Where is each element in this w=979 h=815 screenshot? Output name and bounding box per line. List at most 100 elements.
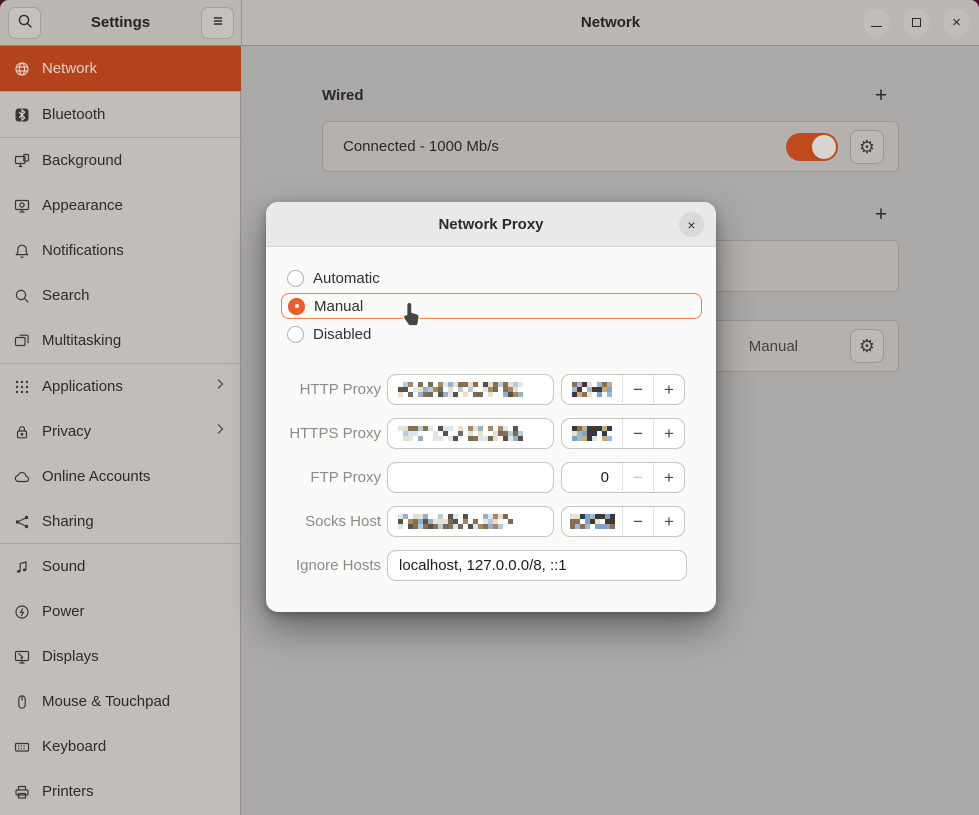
sidebar-item-mouse-touchpad[interactable]: Mouse & Touchpad — [0, 679, 241, 724]
sidebar-item-online-accounts[interactable]: Online Accounts — [0, 454, 241, 499]
redacted-host-mosaic — [398, 382, 523, 397]
sidebar-item-keyboard[interactable]: Keyboard — [0, 724, 241, 769]
chevron-right-icon — [213, 422, 227, 441]
close-window-button[interactable]: × — [943, 9, 970, 36]
redacted-port-mosaic — [570, 514, 615, 529]
sidebar-item-search[interactable]: Search — [0, 273, 241, 318]
increment-button[interactable]: + — [653, 507, 684, 536]
dialog-headerbar: Network Proxy × — [266, 202, 716, 247]
sidebar-item-label: Sharing — [42, 513, 94, 530]
ftp-port-spinbutton: 0 − + — [561, 462, 685, 493]
http-port-spinbutton: − + — [561, 374, 685, 405]
minus-icon: − — [633, 380, 643, 400]
sidebar-item-background[interactable]: Background — [0, 138, 241, 183]
ftp-proxy-input[interactable] — [387, 462, 554, 493]
sidebar-item-network[interactable]: Network — [0, 46, 241, 91]
http-proxy-input[interactable] — [387, 374, 554, 405]
cloud-icon — [14, 469, 30, 485]
dialog-title: Network Proxy — [266, 202, 716, 247]
gear-icon: ⚙ — [859, 336, 875, 357]
http-port-value[interactable] — [562, 375, 622, 404]
ignore-hosts-value: localhost, 127.0.0.0/8, ::1 — [399, 557, 567, 574]
sidebar-item-multitasking[interactable]: Multitasking — [0, 318, 241, 363]
wired-section-title: Wired — [322, 87, 364, 104]
https-port-spinbutton: − + — [561, 418, 685, 449]
content-headerbar: Network × — [242, 0, 979, 46]
socks-host-label: Socks Host — [276, 506, 381, 537]
redacted-host-mosaic — [398, 514, 513, 529]
sidebar-item-label: Background — [42, 152, 122, 169]
wired-connection-row: Connected - 1000 Mb/s ⚙ — [322, 121, 899, 172]
dialog-close-button[interactable]: × — [679, 212, 704, 237]
sidebar-item-bluetooth[interactable]: Bluetooth — [0, 92, 241, 137]
primary-menu-button[interactable] — [201, 7, 234, 39]
hamburger-menu-icon — [210, 13, 226, 34]
add-vpn-button[interactable]: + — [867, 201, 895, 229]
sidebar-item-displays[interactable]: Displays — [0, 634, 241, 679]
sidebar-item-sharing[interactable]: Sharing — [0, 499, 241, 544]
sidebar-item-label: Network — [42, 60, 97, 77]
radio-icon — [287, 270, 304, 287]
sidebar-item-label: Mouse & Touchpad — [42, 693, 170, 710]
sidebar-item-label: Multitasking — [42, 332, 121, 349]
https-port-value[interactable] — [562, 419, 622, 448]
sidebar-item-sound[interactable]: Sound — [0, 544, 241, 589]
applications-grid-icon — [14, 379, 30, 395]
power-icon — [14, 604, 30, 620]
increment-button[interactable]: + — [653, 375, 684, 404]
wired-settings-button[interactable]: ⚙ — [850, 130, 884, 164]
sidebar-item-power[interactable]: Power — [0, 589, 241, 634]
increment-button[interactable]: + — [653, 419, 684, 448]
redacted-port-mosaic — [572, 382, 612, 397]
sidebar-item-appearance[interactable]: Appearance — [0, 183, 241, 228]
sidebar-headerbar: Settings — [0, 0, 242, 46]
mouse-icon — [14, 694, 30, 710]
decrement-button[interactable]: − — [622, 375, 653, 404]
share-icon — [14, 514, 30, 530]
sidebar-item-notifications[interactable]: Notifications — [0, 228, 241, 273]
plus-icon: + — [664, 512, 674, 532]
display-icon — [14, 649, 30, 665]
socks-host-input[interactable] — [387, 506, 554, 537]
sidebar-item-label: Printers — [42, 783, 94, 800]
proxy-option-automatic[interactable]: Automatic — [281, 265, 702, 291]
socks-port-value[interactable] — [562, 507, 622, 536]
search-icon — [17, 13, 33, 34]
socks-port-spinbutton: − + — [561, 506, 685, 537]
sidebar-item-label: Power — [42, 603, 85, 620]
wired-status-label: Connected - 1000 Mb/s — [343, 122, 499, 171]
ignore-hosts-input[interactable]: localhost, 127.0.0.0/8, ::1 — [387, 550, 687, 581]
plus-icon: + — [664, 424, 674, 444]
settings-sidebar: Network Bluetooth Background Appearance … — [0, 46, 241, 815]
sidebar-item-label: Sound — [42, 558, 85, 575]
network-globe-icon — [14, 61, 30, 77]
minus-icon: − — [633, 424, 643, 444]
sidebar-item-privacy[interactable]: Privacy — [0, 409, 241, 454]
bell-icon — [14, 243, 30, 259]
sidebar-item-applications[interactable]: Applications — [0, 364, 241, 409]
decrement-button[interactable]: − — [622, 419, 653, 448]
add-wired-connection-button[interactable]: + — [867, 82, 895, 110]
proxy-option-manual[interactable]: Manual — [281, 293, 702, 319]
plus-icon: + — [875, 203, 887, 227]
option-label: Manual — [314, 298, 363, 315]
https-proxy-input[interactable] — [387, 418, 554, 449]
option-label: Disabled — [313, 326, 371, 343]
https-proxy-label: HTTPS Proxy — [276, 418, 381, 449]
search-button[interactable] — [8, 7, 41, 39]
increment-button[interactable]: + — [653, 463, 684, 492]
proxy-option-disabled[interactable]: Disabled — [281, 321, 702, 347]
sidebar-item-label: Bluetooth — [42, 106, 105, 123]
ftp-proxy-label: FTP Proxy — [276, 462, 381, 493]
wired-toggle[interactable] — [786, 133, 838, 161]
minimize-button[interactable] — [863, 9, 890, 36]
sidebar-item-label: Online Accounts — [42, 468, 150, 485]
decrement-button[interactable]: − — [622, 507, 653, 536]
proxy-settings-button[interactable]: ⚙ — [850, 329, 884, 363]
sidebar-item-label: Notifications — [42, 242, 124, 259]
ftp-port-value[interactable]: 0 — [562, 463, 622, 492]
sidebar-item-printers[interactable]: Printers — [0, 769, 241, 814]
multitasking-icon — [14, 333, 30, 349]
chevron-right-icon — [213, 377, 227, 396]
maximize-button[interactable] — [903, 9, 930, 36]
